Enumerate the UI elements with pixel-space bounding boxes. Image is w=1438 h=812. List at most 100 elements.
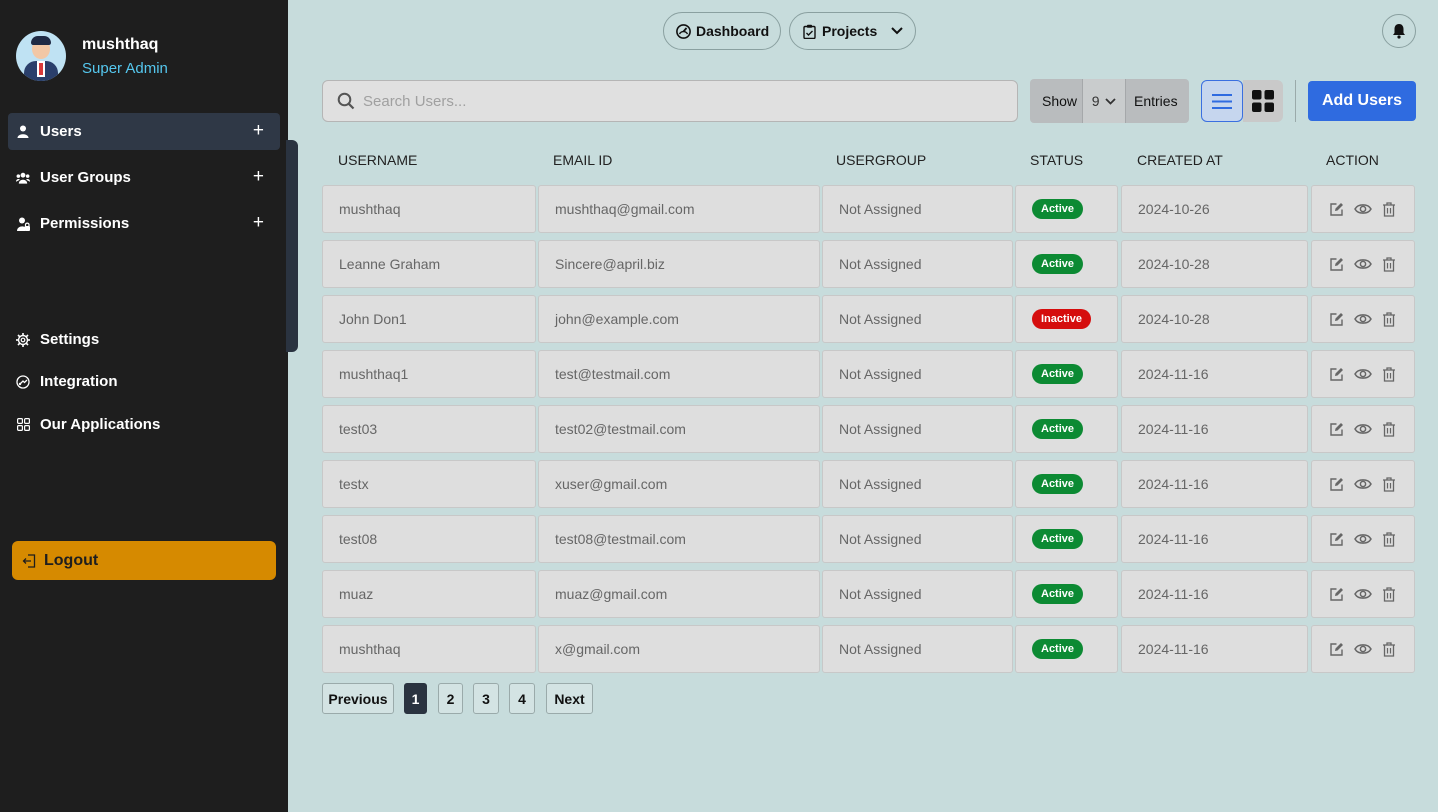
- cell-created-at-text: 2024-10-28: [1138, 256, 1210, 272]
- dashboard-label: Dashboard: [696, 23, 770, 39]
- page-button[interactable]: 4: [509, 683, 535, 714]
- column-header-email[interactable]: EMAIL ID: [553, 152, 612, 168]
- edit-icon[interactable]: [1330, 202, 1344, 216]
- column-header-status[interactable]: STATUS: [1030, 152, 1083, 168]
- sidebar-item-label: Users: [40, 123, 82, 140]
- page-button[interactable]: 3: [473, 683, 499, 714]
- cell-created-at: 2024-11-16: [1121, 625, 1308, 673]
- view-eye-icon[interactable]: [1354, 203, 1372, 215]
- column-header-usergroup[interactable]: USERGROUP: [836, 152, 926, 168]
- dashboard-button[interactable]: Dashboard: [663, 12, 781, 50]
- entries-select[interactable]: 9: [1082, 79, 1126, 123]
- add-users-button[interactable]: Add Users: [1308, 81, 1416, 121]
- list-view-button[interactable]: [1201, 80, 1243, 122]
- view-eye-icon[interactable]: [1354, 643, 1372, 655]
- cell-created-at-text: 2024-11-16: [1138, 531, 1209, 547]
- delete-trash-icon[interactable]: [1382, 311, 1396, 327]
- sidebar-item-user-groups[interactable]: User Groups +: [8, 159, 280, 196]
- sidebar-item-users[interactable]: Users +: [8, 113, 280, 150]
- cell-usergroup: Not Assigned: [822, 295, 1013, 343]
- view-eye-icon[interactable]: [1354, 533, 1372, 545]
- cell-created-at: 2024-11-16: [1121, 515, 1308, 563]
- cell-email-text: muaz@gmail.com: [555, 586, 668, 602]
- sidebar-item-our-applications[interactable]: Our Applications: [8, 406, 280, 443]
- expand-plus-icon[interactable]: +: [253, 167, 264, 187]
- view-eye-icon[interactable]: [1354, 368, 1372, 380]
- cell-actions: [1311, 240, 1415, 288]
- page-button[interactable]: 1: [404, 683, 427, 714]
- cell-status: Active: [1015, 570, 1118, 618]
- table-row[interactable]: mushthaq x@gmail.com Not Assigned Active 202…: [322, 625, 1416, 673]
- delete-trash-icon[interactable]: [1382, 476, 1396, 492]
- expand-plus-icon[interactable]: +: [253, 121, 264, 141]
- cell-created-at-text: 2024-11-16: [1138, 641, 1209, 657]
- logout-button[interactable]: Logout: [12, 541, 276, 580]
- table-row[interactable]: Leanne Graham Sincere@april.biz Not Assign…: [322, 240, 1416, 288]
- edit-icon[interactable]: [1330, 257, 1344, 271]
- search-box[interactable]: [322, 80, 1018, 122]
- view-eye-icon[interactable]: [1354, 478, 1372, 490]
- table-row[interactable]: John Don1 john@example.com Not Assigned Ina…: [322, 295, 1416, 343]
- avatar: [16, 31, 66, 81]
- delete-trash-icon[interactable]: [1382, 641, 1396, 657]
- edit-icon[interactable]: [1330, 587, 1344, 601]
- table-row[interactable]: mushthaq mushthaq@gmail.com Not Assigned Ac…: [322, 185, 1416, 233]
- cell-actions: [1311, 295, 1415, 343]
- sidebar-item-integration[interactable]: Integration: [8, 363, 280, 400]
- column-header-created-at[interactable]: CREATED AT: [1137, 152, 1223, 168]
- cell-username: John Don1: [322, 295, 536, 343]
- users-icon: [16, 171, 30, 185]
- table-row[interactable]: test03 test02@testmail.com Not Assigned Act…: [322, 405, 1416, 453]
- cell-email-text: Sincere@april.biz: [555, 256, 665, 272]
- gear-icon: [16, 332, 30, 347]
- cell-username-text: John Don1: [339, 311, 407, 327]
- cell-username: mushthaq1: [322, 350, 536, 398]
- cell-actions: [1311, 460, 1415, 508]
- delete-trash-icon[interactable]: [1382, 421, 1396, 437]
- delete-trash-icon[interactable]: [1382, 366, 1396, 382]
- status-badge: Active: [1032, 584, 1084, 604]
- table-header: USERNAME EMAIL ID USERGROUP STATUS CREAT…: [322, 152, 1416, 170]
- delete-trash-icon[interactable]: [1382, 201, 1396, 217]
- column-header-action: ACTION: [1326, 152, 1379, 168]
- view-eye-icon[interactable]: [1354, 423, 1372, 435]
- cell-username: muaz: [322, 570, 536, 618]
- next-page-button[interactable]: Next: [546, 683, 593, 714]
- page-button[interactable]: 2: [438, 683, 463, 714]
- table-row[interactable]: test08 test08@testmail.com Not Assigned Act…: [322, 515, 1416, 563]
- table-row[interactable]: mushthaq1 test@testmail.com Not Assigned Ac…: [322, 350, 1416, 398]
- edit-icon[interactable]: [1330, 532, 1344, 546]
- table-row[interactable]: muaz muaz@gmail.com Not Assigned Active 2024…: [322, 570, 1416, 618]
- cell-created-at-text: 2024-10-28: [1138, 311, 1210, 327]
- previous-page-button[interactable]: Previous: [322, 683, 394, 714]
- edit-icon[interactable]: [1330, 422, 1344, 436]
- delete-trash-icon[interactable]: [1382, 586, 1396, 602]
- view-eye-icon[interactable]: [1354, 313, 1372, 325]
- search-input[interactable]: [363, 92, 963, 110]
- dashboard-gauge-icon: [676, 23, 691, 39]
- user-profile[interactable]: mushthaq Super Admin: [16, 31, 168, 81]
- projects-dropdown[interactable]: Projects: [789, 12, 916, 50]
- cell-created-at-text: 2024-10-26: [1138, 201, 1210, 217]
- sidebar-resize-handle[interactable]: [286, 140, 298, 352]
- cell-created-at-text: 2024-11-16: [1138, 586, 1209, 602]
- sidebar-item-permissions[interactable]: Permissions +: [8, 205, 280, 242]
- sidebar-item-label: Settings: [40, 331, 100, 348]
- expand-plus-icon[interactable]: +: [253, 213, 264, 233]
- delete-trash-icon[interactable]: [1382, 531, 1396, 547]
- view-eye-icon[interactable]: [1354, 588, 1372, 600]
- edit-icon[interactable]: [1330, 642, 1344, 656]
- grid-view-button[interactable]: [1243, 80, 1283, 122]
- delete-trash-icon[interactable]: [1382, 256, 1396, 272]
- table-row[interactable]: testx xuser@gmail.com Not Assigned Active 20…: [322, 460, 1416, 508]
- sidebar-item-settings[interactable]: Settings: [8, 321, 280, 358]
- search-icon: [337, 92, 355, 110]
- view-eye-icon[interactable]: [1354, 258, 1372, 270]
- cell-usergroup-text: Not Assigned: [839, 586, 922, 602]
- notifications-button[interactable]: [1382, 14, 1416, 48]
- column-header-username[interactable]: USERNAME: [338, 152, 417, 168]
- edit-icon[interactable]: [1330, 477, 1344, 491]
- edit-icon[interactable]: [1330, 312, 1344, 326]
- cell-email-text: x@gmail.com: [555, 641, 641, 657]
- edit-icon[interactable]: [1330, 367, 1344, 381]
